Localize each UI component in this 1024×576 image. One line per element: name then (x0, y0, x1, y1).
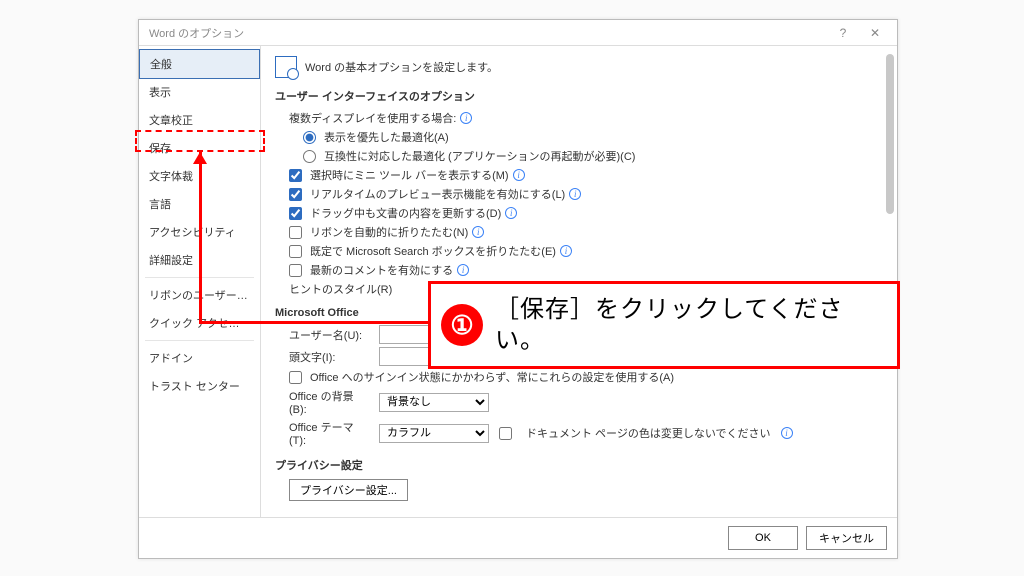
top-description: Word の基本オプションを設定します。 (305, 59, 498, 75)
initials-label: 頭文字(I): (289, 349, 369, 365)
cb-drag-label: ドラッグ中も文書の内容を更新する(D) (310, 205, 501, 221)
info-icon[interactable]: i (513, 169, 525, 181)
hint-style-label: ヒントのスタイル(R) (289, 281, 392, 297)
info-icon[interactable]: i (569, 188, 581, 200)
cb-mini-toolbar[interactable] (289, 169, 302, 182)
sidebar-item-addins[interactable]: アドイン (139, 344, 260, 372)
radio-compat-label: 互換性に対応した最適化 (アプリケーションの再起動が必要)(C) (324, 148, 635, 164)
annotation-arrow-vertical (199, 152, 202, 323)
titlebar: Word のオプション ? ✕ (139, 20, 897, 46)
sidebar-item-trust[interactable]: トラスト センター (139, 372, 260, 400)
cb-mini-label: 選択時にミニ ツール バーを表示する(M) (310, 167, 509, 183)
info-icon[interactable]: i (460, 112, 472, 124)
sidebar-item-display[interactable]: 表示 (139, 78, 260, 106)
section-privacy: プライバシー設定 (275, 457, 885, 473)
dialog-footer: OK キャンセル (139, 517, 897, 558)
cb-comment-label: 最新のコメントを有効にする (310, 262, 453, 278)
office-theme-label: Office テーマ(T): (289, 419, 369, 447)
info-icon[interactable]: i (472, 226, 484, 238)
sidebar-item-proofing[interactable]: 文章校正 (139, 106, 260, 134)
info-icon[interactable]: i (505, 207, 517, 219)
cb-search-label: 既定で Microsoft Search ボックスを折りたたむ(E) (310, 243, 556, 259)
cb-preview-label: リアルタイムのプレビュー表示機能を有効にする(L) (310, 186, 565, 202)
ok-button[interactable]: OK (728, 526, 798, 550)
help-button[interactable]: ? (827, 26, 859, 40)
cb-live-preview[interactable] (289, 188, 302, 201)
cb-modern-comments[interactable] (289, 264, 302, 277)
radio-display-first-label: 表示を優先した最適化(A) (324, 129, 449, 145)
cb-collapse-ribbon[interactable] (289, 226, 302, 239)
scrollbar-thumb[interactable] (886, 54, 894, 214)
close-button[interactable]: ✕ (859, 26, 891, 40)
dialog-title: Word のオプション (149, 25, 244, 41)
info-icon[interactable]: i (457, 264, 469, 276)
options-icon (275, 56, 297, 78)
info-icon[interactable]: i (560, 245, 572, 257)
annotation-arrow-horizontal (199, 321, 428, 324)
annotation-text: ［保存］をクリックしてください。 (495, 294, 887, 356)
cb-docpage-label: ドキュメント ページの色は変更しないでください (526, 425, 771, 441)
office-theme-select[interactable]: カラフル (379, 424, 489, 443)
radio-display-first[interactable] (303, 131, 316, 144)
annotation-number: ① (441, 304, 483, 346)
section-ui: ユーザー インターフェイスのオプション (275, 88, 885, 104)
cb-collapse-search[interactable] (289, 245, 302, 258)
sidebar-item-general[interactable]: 全般 (139, 49, 260, 79)
info-icon[interactable]: i (781, 427, 793, 439)
username-label: ユーザー名(U): (289, 327, 369, 343)
multi-display-label: 複数ディスプレイを使用する場合: (289, 110, 456, 126)
section-startup: 起動時の設定 (275, 515, 885, 517)
cancel-button[interactable]: キャンセル (806, 526, 887, 550)
cb-always-use[interactable] (289, 371, 302, 384)
office-bg-label: Office の背景(B): (289, 388, 369, 416)
office-bg-select[interactable]: 背景なし (379, 393, 489, 412)
radio-compat[interactable] (303, 150, 316, 163)
cb-ribbon-label: リボンを自動的に折りたたむ(N) (310, 224, 468, 240)
privacy-settings-button[interactable]: プライバシー設定... (289, 479, 408, 501)
cb-doc-page-color[interactable] (499, 427, 512, 440)
cb-signin-label: Office へのサインイン状態にかかわらず、常にこれらの設定を使用する(A) (310, 369, 674, 385)
cb-drag-update[interactable] (289, 207, 302, 220)
annotation-callout: ① ［保存］をクリックしてください。 (428, 281, 900, 369)
